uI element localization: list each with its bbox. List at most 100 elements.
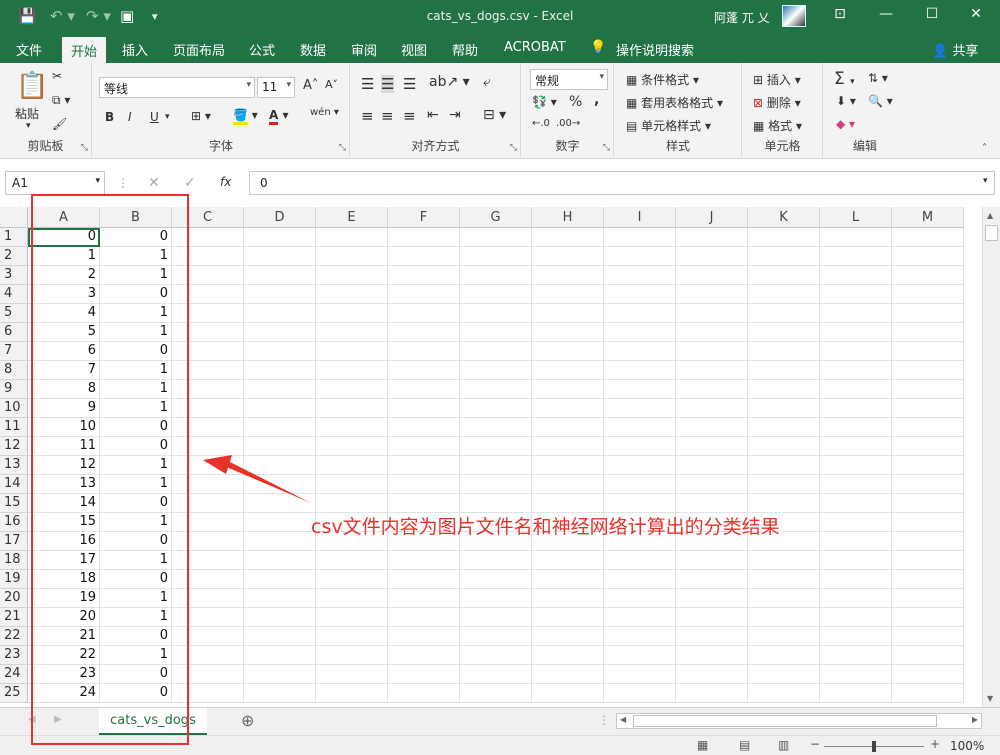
cell-g11[interactable] [460, 418, 532, 437]
next-sheet-icon[interactable]: ▶ [54, 714, 62, 725]
cell-c20[interactable] [172, 589, 244, 608]
cell-f22[interactable] [388, 627, 460, 646]
cell-i2[interactable] [604, 247, 676, 266]
cell-c14[interactable] [172, 475, 244, 494]
cell-a19[interactable]: 18 [28, 570, 100, 589]
phonetic-icon[interactable]: wén ▾ [310, 107, 339, 118]
cell-f10[interactable] [388, 399, 460, 418]
cell-e12[interactable] [316, 437, 388, 456]
cell-m14[interactable] [892, 475, 964, 494]
cell-b17[interactable]: 0 [100, 532, 172, 551]
cell-f5[interactable] [388, 304, 460, 323]
cell-i5[interactable] [604, 304, 676, 323]
minimize-icon[interactable]: — [876, 6, 896, 22]
cell-m7[interactable] [892, 342, 964, 361]
cell-g3[interactable] [460, 266, 532, 285]
share-button[interactable]: 👤 共享 [932, 40, 978, 59]
tab-file[interactable]: 文件 [16, 40, 42, 59]
cell-c5[interactable] [172, 304, 244, 323]
cell-c21[interactable] [172, 608, 244, 627]
cell-i18[interactable] [604, 551, 676, 570]
cell-j15[interactable] [676, 494, 748, 513]
cell-i1[interactable] [604, 228, 676, 247]
cell-i21[interactable] [604, 608, 676, 627]
cell-e13[interactable] [316, 456, 388, 475]
cell-f25[interactable] [388, 684, 460, 703]
cell-c6[interactable] [172, 323, 244, 342]
font-launcher-icon[interactable]: ⤡ [339, 143, 346, 153]
cell-i10[interactable] [604, 399, 676, 418]
cell-h21[interactable] [532, 608, 604, 627]
cell-b2[interactable]: 1 [100, 247, 172, 266]
grow-font-icon[interactable]: A˄ [303, 78, 318, 93]
cell-c19[interactable] [172, 570, 244, 589]
font-name-select[interactable]: 等线 ▾ [99, 77, 255, 98]
cell-j21[interactable] [676, 608, 748, 627]
cell-g22[interactable] [460, 627, 532, 646]
ribbon-display-icon[interactable]: ⊡ [830, 6, 850, 22]
column-header-l[interactable]: L [820, 207, 892, 228]
cell-d7[interactable] [244, 342, 316, 361]
column-header-m[interactable]: M [892, 207, 964, 228]
align-right-icon[interactable]: ≡ [403, 107, 416, 125]
cell-i9[interactable] [604, 380, 676, 399]
cell-i4[interactable] [604, 285, 676, 304]
cell-m4[interactable] [892, 285, 964, 304]
cell-k5[interactable] [748, 304, 820, 323]
cell-b22[interactable]: 0 [100, 627, 172, 646]
row-header[interactable]: 1 [0, 228, 28, 247]
tab-formulas[interactable]: 公式 [249, 40, 275, 59]
column-header-g[interactable]: G [460, 207, 532, 228]
insert-function-button[interactable]: fx [220, 175, 231, 189]
cell-f12[interactable] [388, 437, 460, 456]
row-header[interactable]: 21 [0, 608, 28, 627]
cell-d10[interactable] [244, 399, 316, 418]
cell-f15[interactable] [388, 494, 460, 513]
row-header[interactable]: 10 [0, 399, 28, 418]
scroll-down-icon[interactable]: ▼ [987, 694, 993, 703]
row-header[interactable]: 11 [0, 418, 28, 437]
cell-m3[interactable] [892, 266, 964, 285]
cell-d16[interactable] [244, 513, 316, 532]
maximize-icon[interactable]: ☐ [922, 6, 942, 22]
cell-a7[interactable]: 6 [28, 342, 100, 361]
cell-e8[interactable] [316, 361, 388, 380]
cell-a21[interactable]: 20 [28, 608, 100, 627]
zoom-level[interactable]: 100% [950, 739, 984, 753]
cell-b24[interactable]: 0 [100, 665, 172, 684]
cell-e4[interactable] [316, 285, 388, 304]
cell-l18[interactable] [820, 551, 892, 570]
cell-j1[interactable] [676, 228, 748, 247]
cell-g7[interactable] [460, 342, 532, 361]
cell-f1[interactable] [388, 228, 460, 247]
cell-l14[interactable] [820, 475, 892, 494]
cell-g8[interactable] [460, 361, 532, 380]
cell-m15[interactable] [892, 494, 964, 513]
cell-h1[interactable] [532, 228, 604, 247]
column-header-j[interactable]: J [676, 207, 748, 228]
cell-e18[interactable] [316, 551, 388, 570]
cell-h2[interactable] [532, 247, 604, 266]
cell-a13[interactable]: 12 [28, 456, 100, 475]
cell-b3[interactable]: 1 [100, 266, 172, 285]
cell-f7[interactable] [388, 342, 460, 361]
cell-m16[interactable] [892, 513, 964, 532]
column-header-c[interactable]: C [172, 207, 244, 228]
cell-a12[interactable]: 11 [28, 437, 100, 456]
row-header[interactable]: 12 [0, 437, 28, 456]
cell-k21[interactable] [748, 608, 820, 627]
cell-h7[interactable] [532, 342, 604, 361]
cell-k8[interactable] [748, 361, 820, 380]
row-header[interactable]: 14 [0, 475, 28, 494]
cell-e9[interactable] [316, 380, 388, 399]
cell-g15[interactable] [460, 494, 532, 513]
font-size-select[interactable]: 11 ▾ [257, 77, 295, 98]
cell-f2[interactable] [388, 247, 460, 266]
cell-g25[interactable] [460, 684, 532, 703]
cell-j22[interactable] [676, 627, 748, 646]
cell-e2[interactable] [316, 247, 388, 266]
cell-l17[interactable] [820, 532, 892, 551]
cell-f23[interactable] [388, 646, 460, 665]
accounting-format-icon[interactable]: 💱 ▾ [532, 95, 557, 109]
cell-l5[interactable] [820, 304, 892, 323]
